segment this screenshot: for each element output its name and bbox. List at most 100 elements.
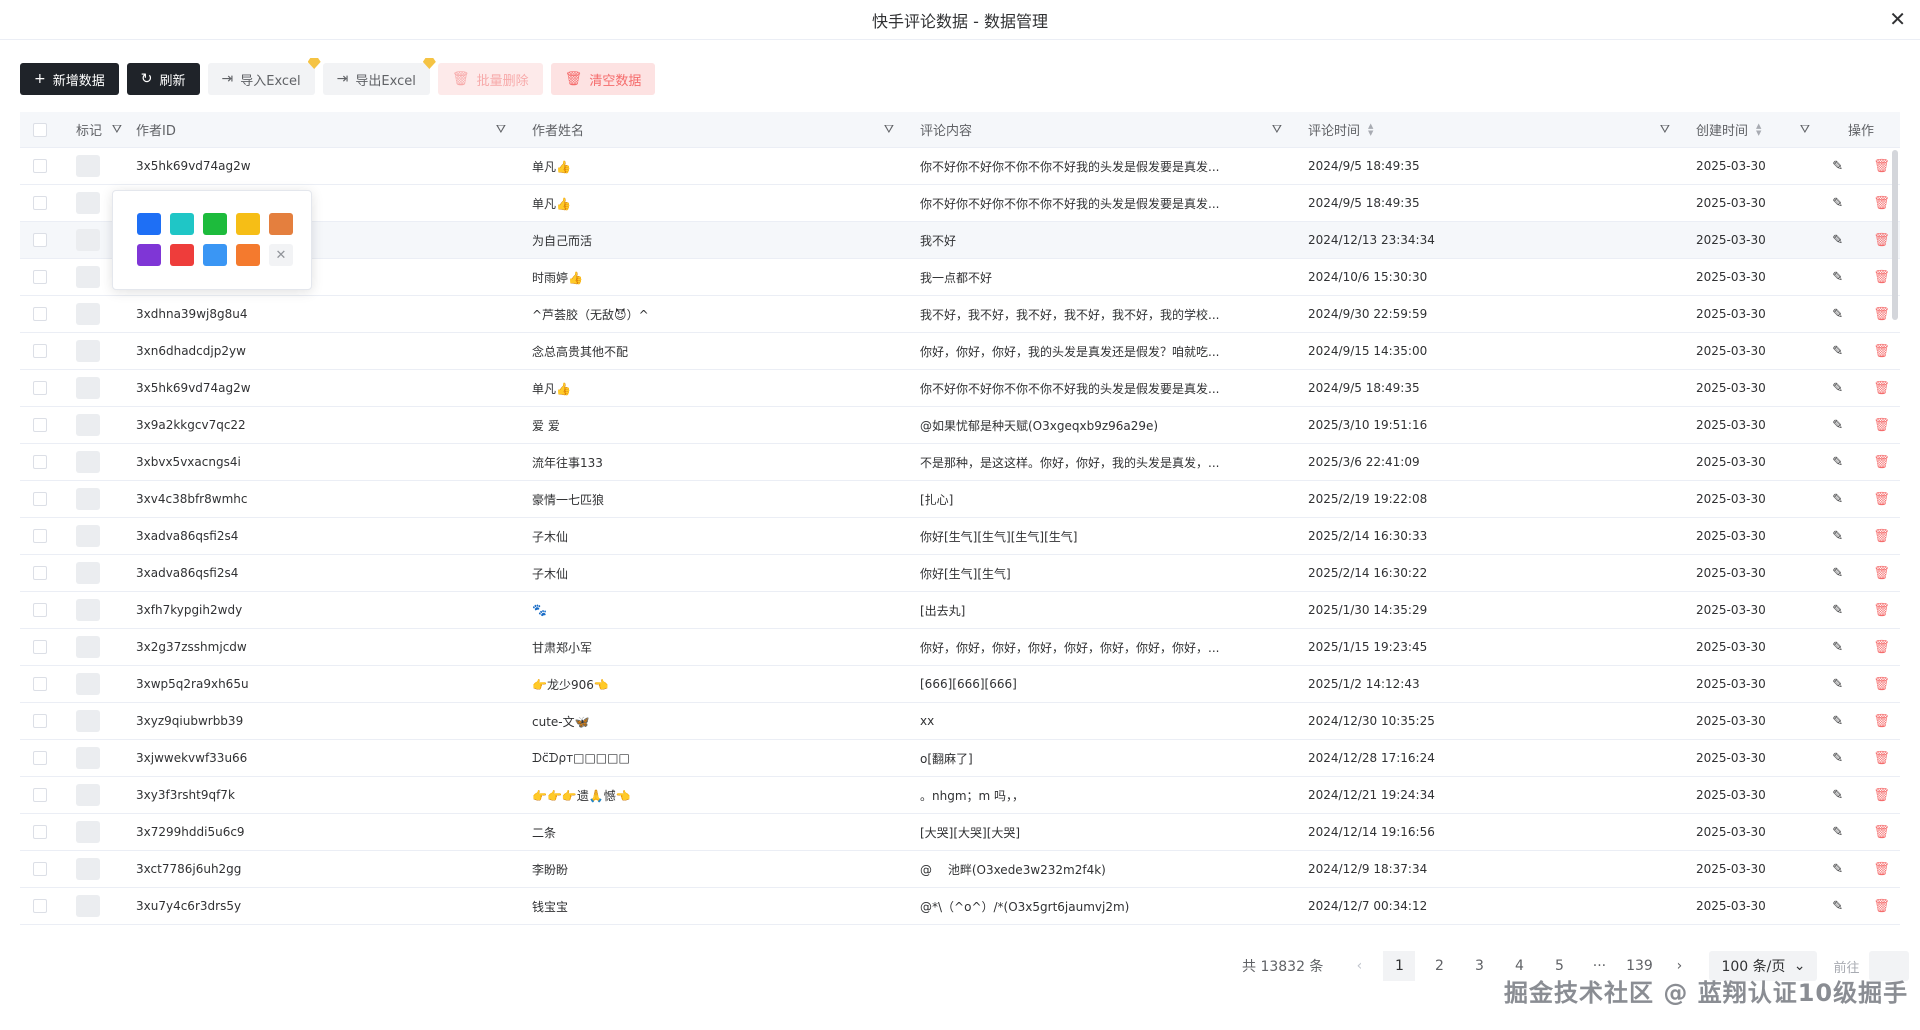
delete-icon[interactable]: 🗑	[1873, 270, 1890, 285]
clear-color-icon[interactable]: ✕	[269, 244, 293, 266]
table-row[interactable]: 3xwp5q2ra9xh65u 👉龙少906👈 [666][666][666] 202…	[20, 666, 1900, 703]
row-checkbox[interactable]	[33, 418, 47, 432]
edit-icon[interactable]: ✎	[1832, 566, 1843, 581]
sort-icon[interactable]: ▲ ▼	[1756, 122, 1761, 137]
delete-icon[interactable]: 🗑	[1873, 196, 1890, 211]
delete-icon[interactable]: 🗑	[1873, 677, 1890, 692]
delete-icon[interactable]: 🗑	[1873, 307, 1890, 322]
tag-color-box[interactable]	[76, 636, 100, 658]
color-swatch[interactable]	[203, 213, 227, 235]
filter-icon[interactable]: ⛛	[1660, 122, 1670, 137]
delete-icon[interactable]: 🗑	[1873, 418, 1890, 433]
color-swatch[interactable]	[236, 213, 260, 235]
row-checkbox[interactable]	[33, 751, 47, 765]
table-row[interactable]: 3x9a2kkgcv7qc22 爱 爱 @如果忧郁是种天赋(O3xgeqxb9z96…	[20, 407, 1900, 444]
row-checkbox[interactable]	[33, 862, 47, 876]
tag-color-box[interactable]	[76, 821, 100, 843]
edit-icon[interactable]: ✎	[1832, 492, 1843, 507]
color-swatch[interactable]	[170, 213, 194, 235]
sort-icon[interactable]: ▲ ▼	[1368, 122, 1373, 137]
edit-icon[interactable]: ✎	[1832, 788, 1843, 803]
edit-icon[interactable]: ✎	[1832, 455, 1843, 470]
delete-icon[interactable]: 🗑	[1873, 899, 1890, 914]
add-data-button[interactable]: + 新增数据	[20, 63, 119, 95]
color-swatch[interactable]	[203, 244, 227, 266]
edit-icon[interactable]: ✎	[1832, 307, 1843, 322]
table-row[interactable]: 3xbvx5vxacngs4i 流年往事133 不是那种，是这这样。你好，你好，我的…	[20, 444, 1900, 481]
edit-icon[interactable]: ✎	[1832, 344, 1843, 359]
row-checkbox[interactable]	[33, 825, 47, 839]
tag-color-box[interactable]	[76, 710, 100, 732]
tag-color-box[interactable]	[76, 303, 100, 325]
table-row[interactable]: 3xy3f3rsht9qf7k 👉👉👉遗🙏憾👈 。nhgm；m 吗，， 2024/12…	[20, 777, 1900, 814]
tag-color-box[interactable]	[76, 377, 100, 399]
delete-icon[interactable]: 🗑	[1873, 529, 1890, 544]
tag-color-box[interactable]	[76, 784, 100, 806]
delete-icon[interactable]: 🗑	[1873, 862, 1890, 877]
row-checkbox[interactable]	[33, 455, 47, 469]
row-checkbox[interactable]	[33, 270, 47, 284]
table-row[interactable]: 3xct7786j6uh2gg 李盼盼 @ 池畔(O3xede3w232m2f4k)…	[20, 851, 1900, 888]
tag-color-box[interactable]	[76, 414, 100, 436]
edit-icon[interactable]: ✎	[1832, 603, 1843, 618]
edit-icon[interactable]: ✎	[1832, 529, 1843, 544]
edit-icon[interactable]: ✎	[1832, 418, 1843, 433]
color-swatch[interactable]	[137, 213, 161, 235]
filter-icon[interactable]: ⛛	[884, 122, 894, 137]
edit-icon[interactable]: ✎	[1832, 270, 1843, 285]
row-checkbox[interactable]	[33, 640, 47, 654]
row-checkbox[interactable]	[33, 603, 47, 617]
delete-icon[interactable]: 🗑	[1873, 455, 1890, 470]
filter-icon[interactable]: ⛛	[112, 122, 122, 137]
tag-color-box[interactable]	[76, 155, 100, 177]
row-checkbox[interactable]	[33, 677, 47, 691]
table-scrollbar[interactable]	[1892, 150, 1898, 320]
select-all-checkbox[interactable]	[33, 122, 47, 137]
row-checkbox[interactable]	[33, 788, 47, 802]
import-excel-button[interactable]: ⇥ 导入Excel	[207, 58, 321, 95]
tag-color-box[interactable]	[76, 562, 100, 584]
refresh-button[interactable]: ↻ 刷新	[126, 63, 200, 95]
row-checkbox[interactable]	[33, 196, 47, 210]
delete-icon[interactable]: 🗑	[1873, 566, 1890, 581]
tag-color-box[interactable]	[76, 488, 100, 510]
color-swatch[interactable]	[236, 244, 260, 266]
edit-icon[interactable]: ✎	[1832, 640, 1843, 655]
tag-color-box[interactable]	[76, 599, 100, 621]
row-checkbox[interactable]	[33, 714, 47, 728]
page-button[interactable]: 1	[1383, 951, 1416, 981]
color-swatch[interactable]	[170, 244, 194, 266]
row-checkbox[interactable]	[33, 529, 47, 543]
tag-color-box[interactable]	[76, 525, 100, 547]
prev-page-button[interactable]: ‹	[1343, 951, 1375, 981]
edit-icon[interactable]: ✎	[1832, 862, 1843, 877]
table-row[interactable]: 3xjwwekvwf33u66 ᗪc̈ᗪρт□□□□□ o[翻麻了] 2024/12/…	[20, 740, 1900, 777]
table-row[interactable]: 3xadva86qsfi2s4 子木仙 你好[生气][生气] 2025/2/14 16…	[20, 555, 1900, 592]
delete-icon[interactable]: 🗑	[1873, 381, 1890, 396]
color-swatch[interactable]	[269, 213, 293, 235]
table-row[interactable]: 3xyz9qiubwrbb39 cute-文🦋 xx 2024/12/30 10:35…	[20, 703, 1900, 740]
delete-icon[interactable]: 🗑	[1873, 714, 1890, 729]
tag-color-box[interactable]	[76, 895, 100, 917]
filter-icon[interactable]: ⛛	[1272, 122, 1282, 137]
table-row[interactable]: 3x2g37zsshmjcdw 甘肃郑小军 你好，你好，你好，你好，你好，你好，你好…	[20, 629, 1900, 666]
row-checkbox[interactable]	[33, 344, 47, 358]
table-row[interactable]: 3xu7y4c6r3drs5y 钱宝宝 @*\（^o^）/*(O3x5grt6jau…	[20, 888, 1900, 925]
edit-icon[interactable]: ✎	[1832, 233, 1843, 248]
export-excel-button[interactable]: ⇥ 导出Excel	[322, 58, 436, 95]
delete-icon[interactable]: 🗑	[1873, 788, 1890, 803]
filter-icon[interactable]: ⛛	[496, 122, 506, 137]
delete-icon[interactable]: 🗑	[1873, 344, 1890, 359]
table-row[interactable]: 3x7299hddi5u6c9 二条 [大哭][大哭][大哭] 2024/12/14 …	[20, 814, 1900, 851]
batch-delete-button[interactable]: 🗑 批量删除	[437, 63, 543, 95]
delete-icon[interactable]: 🗑	[1873, 640, 1890, 655]
delete-icon[interactable]: 🗑	[1873, 159, 1890, 174]
row-checkbox[interactable]	[33, 492, 47, 506]
row-checkbox[interactable]	[33, 159, 47, 173]
delete-icon[interactable]: 🗑	[1873, 751, 1890, 766]
edit-icon[interactable]: ✎	[1832, 159, 1843, 174]
edit-icon[interactable]: ✎	[1832, 825, 1843, 840]
row-checkbox[interactable]	[33, 899, 47, 913]
table-row[interactable]: 3xdhna39wj8g8u4 ^芦荟胶（无敌😈）^ 我不好，我不好，我不好，我不好…	[20, 296, 1900, 333]
edit-icon[interactable]: ✎	[1832, 677, 1843, 692]
